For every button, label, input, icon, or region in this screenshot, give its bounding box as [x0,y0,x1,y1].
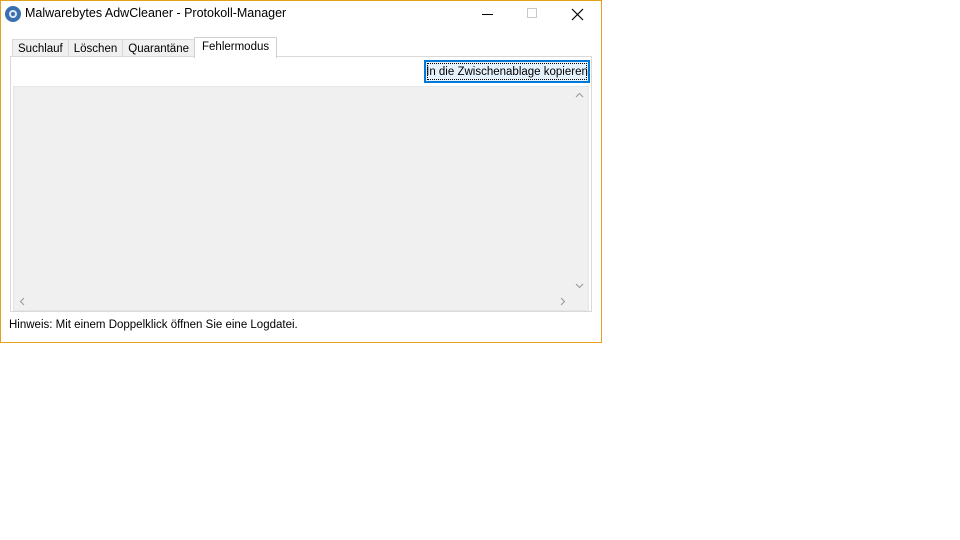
tab-panel-fehlermodus: In die Zwischenablage kopieren [10,56,592,312]
scroll-up-icon[interactable] [575,92,584,98]
client-area: Suchlauf Löschen Quarantäne Fehlermodus … [9,35,593,313]
vertical-scrollbar[interactable] [571,87,588,294]
app-window: Malwarebytes AdwCleaner - Protokoll-Mana… [0,0,602,343]
title-bar[interactable]: Malwarebytes AdwCleaner - Protokoll-Mana… [1,1,601,29]
minimize-button[interactable] [465,1,510,29]
minimize-icon [482,14,493,15]
tab-suchlauf[interactable]: Suchlauf [12,39,69,57]
window-title: Malwarebytes AdwCleaner - Protokoll-Mana… [25,6,287,20]
log-list[interactable] [13,86,589,311]
close-icon [571,8,584,21]
horizontal-scrollbar[interactable] [14,293,571,310]
tab-fehlermodus[interactable]: Fehlermodus [194,37,278,58]
close-button[interactable] [555,1,600,29]
scroll-left-icon[interactable] [19,297,25,306]
app-logo-icon [5,6,21,22]
maximize-icon [527,8,537,18]
tab-strip: Suchlauf Löschen Quarantäne Fehlermodus [12,37,278,58]
maximize-button[interactable] [510,1,555,29]
scroll-down-icon[interactable] [575,283,584,289]
scroll-right-icon[interactable] [560,297,566,306]
scrollbar-corner [571,293,588,310]
tab-loeschen[interactable]: Löschen [67,39,124,57]
status-hint: Hinweis: Mit einem Doppelklick öffnen Si… [9,319,298,331]
tab-quarantaene[interactable]: Quarantäne [122,39,195,57]
copy-to-clipboard-button[interactable]: In die Zwischenablage kopieren [424,60,590,83]
